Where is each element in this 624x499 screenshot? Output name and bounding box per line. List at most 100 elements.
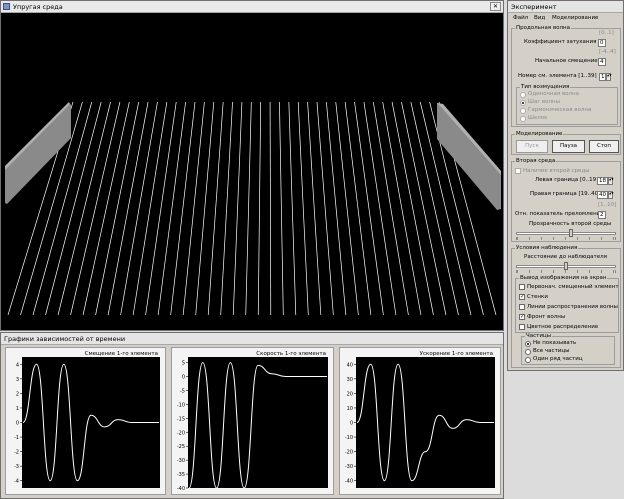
left-bound-spinner[interactable]: ▲▼: [608, 177, 614, 185]
medium-string: [316, 101, 334, 316]
chart-title: Смещение 1-го элемента: [85, 351, 158, 357]
excitation-radio[interactable]: [520, 116, 526, 122]
right-bound-label: Правая граница [19..40]: [530, 191, 601, 197]
simulation-window: Упругая среда ✕: [0, 0, 504, 331]
pause-button[interactable]: Пауза: [552, 140, 585, 153]
chart-title: Ускорение 1-го элемента: [420, 351, 493, 357]
simulation-titlebar[interactable]: Упругая среда ✕: [1, 1, 503, 13]
output-option-label: Фронт волны: [527, 314, 566, 320]
output-checkbox[interactable]: [519, 284, 525, 290]
attenuation-range: [0..1]: [599, 30, 614, 36]
y-tick-label: -40: [177, 486, 185, 492]
excitation-option-label: Одиночная волна: [528, 91, 580, 97]
offset-range: [-4..4]: [599, 49, 616, 55]
attenuation-label: Коэффициент затухания: [524, 39, 597, 45]
excitation-option-label: Шаг волны: [528, 99, 560, 105]
medium-string: [82, 101, 130, 316]
particles-option-label: Не показывать: [533, 340, 577, 346]
modeling-group: Моделирование Пуск Пауза Стоп: [511, 131, 621, 155]
medium-string: [120, 101, 158, 316]
y-tick-label: -3: [14, 464, 19, 470]
menu-file[interactable]: Файл: [513, 15, 528, 22]
particles-group: Частицы Не показывать Все частицы Один ряд…: [521, 333, 615, 365]
graphs-title: Графики зависимостей от времени: [4, 335, 126, 343]
medium-string: [269, 101, 272, 316]
y-tick-label: -20: [345, 450, 353, 456]
app-icon: [3, 3, 10, 10]
refraction-label: Отн. показатель преломления: [515, 211, 604, 217]
excitation-option-label: Шелок: [528, 115, 548, 121]
second-medium-label: Вторая среда: [515, 158, 557, 165]
elastic-medium-strings: [7, 101, 497, 316]
experiment-title: Эксперимент: [511, 3, 557, 11]
element-spinner[interactable]: ▲▼: [606, 73, 612, 81]
distance-slider-thumb[interactable]: [564, 262, 568, 270]
medium-string: [195, 101, 215, 316]
distance-label: Расстояние до наблюдателя: [524, 254, 607, 260]
stop-button[interactable]: Стоп: [589, 140, 619, 153]
chart-title: Скорость 1-го элемента: [256, 351, 326, 357]
output-checkbox[interactable]: ✓: [519, 314, 525, 320]
modeling-label: Моделирование: [515, 131, 564, 138]
excitation-radio[interactable]: [520, 100, 526, 106]
medium-string: [70, 101, 121, 316]
second-medium-checkbox[interactable]: [515, 168, 521, 174]
y-tick-label: -2: [14, 450, 19, 456]
output-checkbox[interactable]: [519, 324, 525, 330]
output-checkbox[interactable]: [519, 304, 525, 310]
refraction-input[interactable]: 2: [598, 211, 606, 219]
right-bound-spinner[interactable]: ▲▼: [608, 191, 614, 199]
y-tick-label: -10: [345, 435, 353, 441]
experiment-window: Эксперимент Файл Вид Моделирование Продо…: [507, 0, 624, 371]
y-tick-label: 5: [182, 361, 185, 367]
y-tick-label: -4: [14, 479, 19, 485]
graphs-titlebar[interactable]: Графики зависимостей от времени: [1, 333, 503, 345]
graphs-window: Графики зависимостей от времени Смещение…: [0, 332, 504, 499]
y-tick-label: -1: [14, 435, 19, 441]
particles-radio[interactable]: [525, 341, 531, 347]
close-icon[interactable]: ✕: [490, 2, 501, 11]
y-tick-label: 4: [16, 362, 19, 368]
particles-radio[interactable]: [525, 349, 531, 355]
second-medium-group: Вторая среда Наличие второй среды Левая …: [511, 158, 621, 242]
excitation-type-label: Тип возмущения: [520, 84, 571, 91]
medium-string: [288, 101, 297, 316]
start-button[interactable]: Пуск: [516, 140, 548, 153]
medium-string: [245, 101, 252, 316]
medium-string: [391, 101, 434, 316]
output-checkbox[interactable]: ✓: [519, 294, 525, 300]
chart-panel-displacement: Смещение 1-го элемента 4 3 2 1 0 -1 -2 -3 -4: [5, 347, 166, 495]
particles-option-label: Все частицы: [533, 348, 570, 354]
menu-modeling[interactable]: Моделирование: [552, 15, 598, 22]
y-tick-label: 10: [347, 406, 353, 412]
left-bound-label: Левая граница [0..19]: [535, 177, 599, 183]
left-wall: [5, 102, 71, 204]
medium-string: [279, 101, 284, 316]
offset-input[interactable]: 4: [598, 58, 606, 66]
medium-string: [326, 101, 347, 316]
transparency-slider-track[interactable]: [516, 232, 616, 235]
left-bound-input[interactable]: 18: [597, 177, 608, 185]
medium-string: [107, 101, 149, 316]
particles-radio[interactable]: [525, 357, 531, 363]
medium-string: [335, 101, 359, 316]
excitation-radio[interactable]: [520, 108, 526, 114]
experiment-titlebar[interactable]: Эксперимент: [508, 1, 623, 13]
excitation-radio[interactable]: [520, 92, 526, 98]
y-tick-label: 0: [182, 375, 185, 381]
right-bound-input[interactable]: 40: [597, 191, 608, 199]
menu-view[interactable]: Вид: [534, 15, 545, 22]
y-tick-label: 0: [350, 421, 353, 427]
medium-string: [95, 101, 140, 316]
second-medium-presence-label: Наличие второй среды: [523, 168, 590, 174]
simulation-canvas: [1, 13, 503, 330]
output-option-label: Первонач. смещенный элемент: [527, 284, 619, 290]
medium-string: [207, 101, 224, 316]
element-input[interactable]: 1: [599, 73, 606, 81]
y-tick-label: 40: [347, 362, 353, 368]
attenuation-input[interactable]: 0: [598, 39, 606, 47]
transparency-slider-thumb[interactable]: [568, 229, 573, 237]
y-tick-label: 30: [347, 377, 353, 383]
medium-string: [297, 101, 309, 316]
chart-panel-acceleration: Ускорение 1-го элемента 40 30 20 10 0 -10 -20 -3…: [339, 347, 501, 495]
